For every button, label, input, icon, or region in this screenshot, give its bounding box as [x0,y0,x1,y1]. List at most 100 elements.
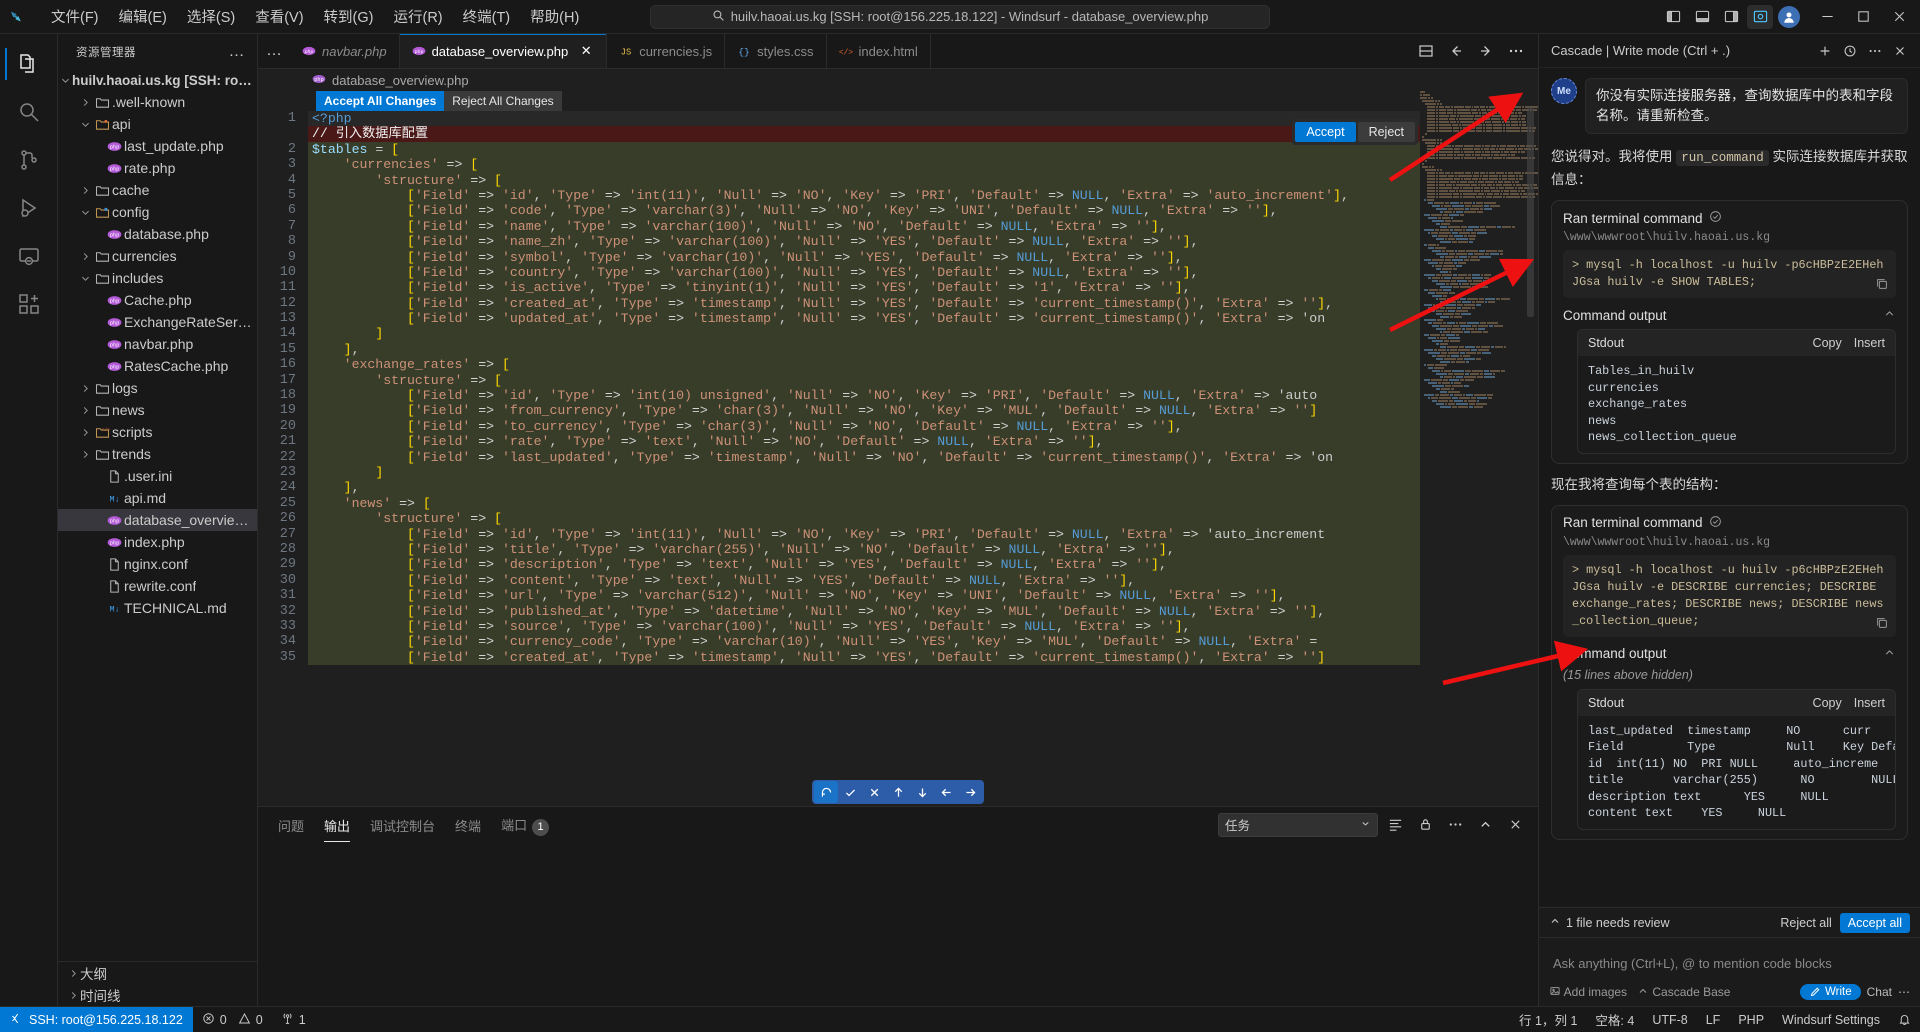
tree-item-rate-php[interactable]: php rate.php [58,157,257,179]
tree-item-ratescache-php[interactable]: php RatesCache.php [58,355,257,377]
tree-item-index-php[interactable]: php index.php [58,531,257,553]
accept-button[interactable]: Accept [1295,122,1356,142]
tree-item-exchangerateservice-php[interactable]: php ExchangeRateService.php [58,311,257,333]
code-line[interactable]: ], [308,341,1420,358]
explorer-more-icon[interactable]: … [223,43,252,59]
customize-layout-icon[interactable] [1747,4,1773,29]
chevron-right-icon[interactable] [66,988,80,1002]
code-line[interactable]: 'structure' => [ [308,172,1420,188]
copy-icon[interactable] [1875,616,1891,632]
tab-currencies-js[interactable]: JS currencies.js [607,34,726,68]
code-line[interactable]: ['Field' => 'id', 'Type' => 'int(11)', '… [308,526,1420,542]
code-line[interactable]: // 引入数据库配置 [308,126,1420,142]
notifications-icon[interactable] [1889,1007,1920,1032]
panel-tab-问题[interactable]: 问题 [268,808,314,842]
menu-item-1[interactable]: 编辑(E) [110,2,176,31]
explorer-section-大纲[interactable]: 大纲 [58,962,257,984]
chevron-down-icon[interactable] [78,205,92,219]
tree-item-database-php[interactable]: php database.php [58,223,257,245]
write-mode-toggle[interactable]: Write [1800,984,1861,1000]
tree-item-logs[interactable]: logs [58,377,257,399]
lock-icon[interactable] [1412,813,1438,837]
tab-database-overview-php[interactable]: php database_overview.php ✕ [399,34,608,68]
code-line[interactable]: ['Field' => 'to_currency', 'Type' => 'ch… [308,418,1420,435]
tree-item-technical-md[interactable]: M↓ TECHNICAL.md [58,597,257,619]
chevron-up-icon[interactable] [1883,307,1896,323]
code-line[interactable]: ['Field' => 'is_active', 'Type' => 'tiny… [308,280,1420,296]
code-line[interactable]: ], [308,480,1420,496]
code-line[interactable]: ['Field' => 'description', 'Type' => 'te… [308,557,1420,573]
diff-next-icon[interactable] [910,781,934,803]
code-line[interactable]: ['Field' => 'title', 'Type' => 'varchar(… [308,541,1420,558]
tree-item-includes[interactable]: includes [58,267,257,289]
close-button[interactable] [1882,2,1916,32]
chevron-right-icon[interactable] [78,183,92,197]
reject-button[interactable]: Reject [1357,122,1415,142]
chevron-down-icon[interactable] [78,117,92,131]
tree-item-last-update-php[interactable]: php last_update.php [58,135,257,157]
tree-root[interactable]: huilv.haoai.us.kg [SSH: root@156.225.18.… [58,69,257,91]
status-remote-host[interactable]: SSH: root@156.225.18.122 [0,1006,193,1032]
maximize-button[interactable] [1846,2,1880,32]
code-line[interactable]: 'currencies' => [ [308,157,1420,173]
tree-item-nginx-conf[interactable]: nginx.conf [58,553,257,575]
reject-all-button[interactable]: Reject all [1780,916,1831,930]
tab-styles-css[interactable]: {} styles.css [725,34,827,68]
command-output-header-2[interactable]: Command output [1563,646,1896,662]
copy-stdout-button[interactable]: Copy [1813,696,1842,710]
status-eol[interactable]: LF [1697,1007,1730,1032]
insert-stdout-button[interactable]: Insert [1854,336,1885,350]
code-line[interactable]: 'structure' => [ [308,372,1420,389]
close-panel-icon[interactable] [1502,813,1528,837]
task-select[interactable]: 任务 [1218,812,1378,837]
tab-overflow-button[interactable]: … [258,34,290,68]
composer-more-icon[interactable]: ⋯ [1898,985,1910,999]
add-images-button[interactable]: Add images [1549,985,1627,999]
chevron-up-icon[interactable] [1883,646,1896,662]
diff-prev-icon[interactable] [886,781,910,803]
minimap[interactable] [1420,91,1538,806]
code-line[interactable]: ['Field' => 'rate', 'Type' => 'text', 'N… [308,434,1420,450]
code-line[interactable]: ] [308,464,1420,481]
close-icon[interactable]: ✕ [578,43,594,59]
diff-accept-icon[interactable] [838,781,862,803]
toggle-secondary-sidebar-icon[interactable] [1718,5,1744,29]
chevron-right-icon[interactable] [66,966,80,980]
more-actions-icon[interactable] [1502,37,1530,65]
status-indentation[interactable]: 空格: 4 [1586,1007,1643,1032]
command-output-header[interactable]: Command output [1563,307,1896,323]
chevron-up-icon[interactable] [1549,915,1561,930]
tree-item-rewrite-conf[interactable]: rewrite.conf [58,575,257,597]
code-line[interactable]: $tables = [ [308,141,1420,158]
activity-extensions-icon[interactable] [5,280,53,328]
code-line[interactable]: ['Field' => 'code', 'Type' => 'varchar(3… [308,203,1420,219]
activity-explorer-icon[interactable] [4,40,53,88]
tree-item-scripts[interactable]: </> scripts [58,421,257,443]
minimap-slider[interactable] [1527,107,1534,317]
toggle-panel-icon[interactable] [1689,5,1715,29]
code-line[interactable]: ['Field' => 'created_at', 'Type' => 'tim… [308,649,1420,666]
chevron-right-icon[interactable] [78,425,92,439]
history-icon[interactable] [1838,39,1862,63]
menu-item-7[interactable]: 帮助(H) [521,2,588,31]
status-language-mode[interactable]: PHP [1729,1007,1773,1032]
menu-item-0[interactable]: 文件(F) [42,2,108,31]
activity-search-icon[interactable] [5,88,53,136]
code-line[interactable]: ['Field' => 'id', 'Type' => 'int(11)', '… [308,187,1420,204]
menu-item-3[interactable]: 查看(V) [246,2,312,31]
tree-item-cache[interactable]: cache [58,179,257,201]
code-line[interactable]: ['Field' => 'symbol', 'Type' => 'varchar… [308,249,1420,265]
code-line[interactable]: ['Field' => 'source', 'Type' => 'varchar… [308,618,1420,635]
tree-item--user-ini[interactable]: .user.ini [58,465,257,487]
tab-index-html[interactable]: </> index.html [826,34,931,68]
code-line[interactable]: ['Field' => 'id', 'Type' => 'int(10) uns… [308,388,1420,404]
code-line[interactable]: ['Field' => 'created_at', 'Type' => 'tim… [308,295,1420,312]
new-chat-icon[interactable] [1813,39,1837,63]
code-line[interactable]: ['Field' => 'name_zh', 'Type' => 'varcha… [308,234,1420,250]
command-center[interactable]: huilv.haoai.us.kg [SSH: root@156.225.18.… [650,4,1270,29]
chevron-down-icon[interactable] [78,271,92,285]
status-radio-tower[interactable]: 1 [272,1007,315,1032]
account-icon[interactable] [1776,5,1802,29]
activity-source-control-icon[interactable] [5,136,53,184]
code-line[interactable]: ['Field' => 'last_updated', 'Type' => 't… [308,449,1420,465]
